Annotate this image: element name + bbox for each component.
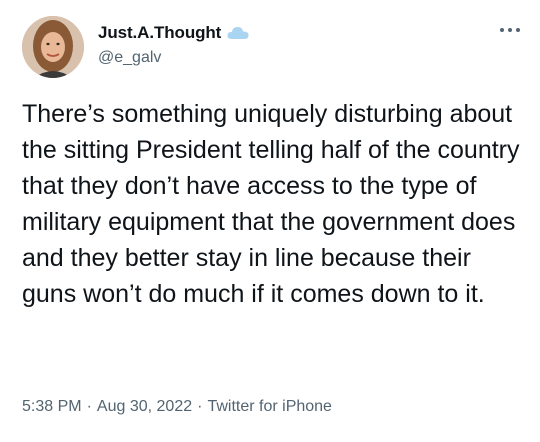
tweet-date[interactable]: Aug 30, 2022 xyxy=(97,398,192,415)
cloud-emoji-icon xyxy=(226,25,250,41)
author-name-text[interactable]: Just.A.Thought xyxy=(98,23,221,43)
tweet-card: Just.A.Thought @e_galv There’s something… xyxy=(0,0,540,442)
tweet-source[interactable]: Twitter for iPhone xyxy=(207,398,332,415)
tweet-time[interactable]: 5:38 PM xyxy=(22,398,82,415)
tweet-text: There’s something uniquely disturbing ab… xyxy=(22,100,520,308)
tweet-meta: 5:38 PM · Aug 30, 2022 · Twitter for iPhone xyxy=(22,398,332,416)
more-horizontal-icon[interactable] xyxy=(500,25,520,35)
meta-separator: · xyxy=(86,398,92,415)
meta-separator: · xyxy=(197,398,203,415)
author-name[interactable]: Just.A.Thought xyxy=(98,23,250,43)
author-handle[interactable]: @e_galv xyxy=(98,49,161,67)
avatar[interactable] xyxy=(22,16,84,78)
